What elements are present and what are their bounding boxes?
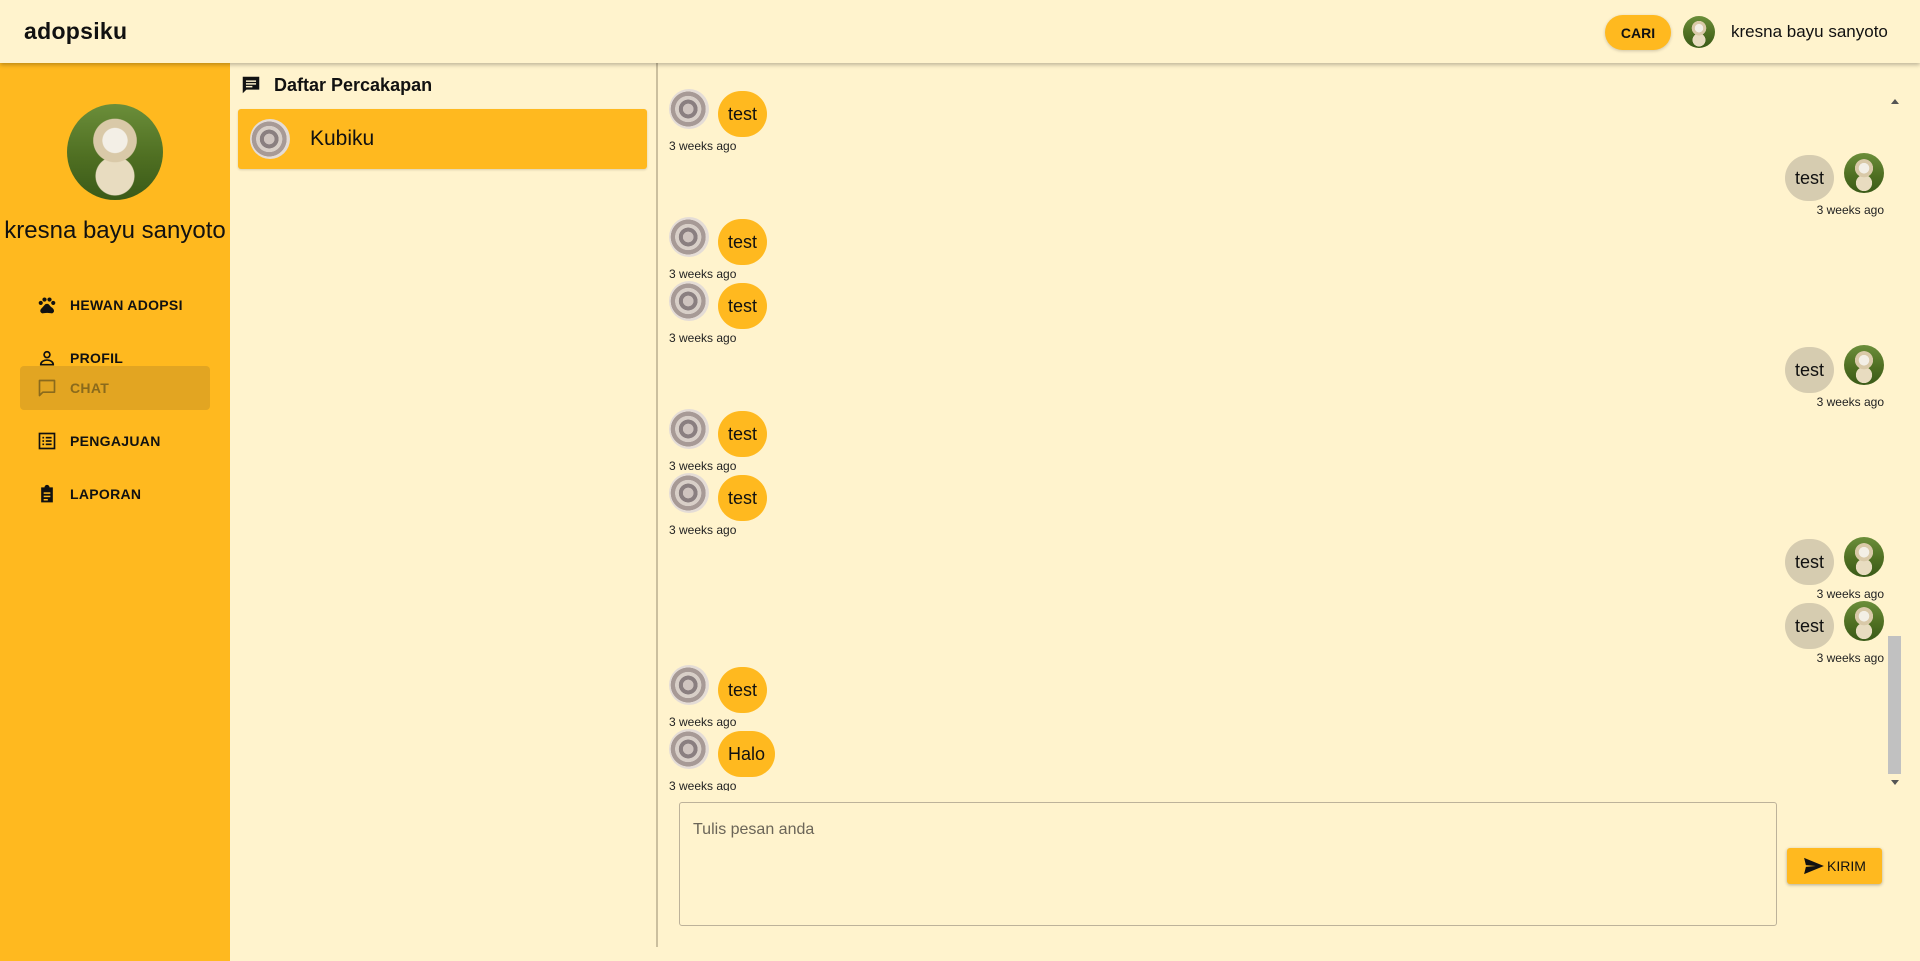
message-time: 3 weeks ago [669, 267, 737, 281]
clipboard-icon [36, 483, 58, 505]
sender-avatar [1844, 601, 1884, 641]
chat-scrollbar[interactable] [1888, 96, 1901, 788]
message-bubble: test [1784, 539, 1834, 585]
message-bubble: test [718, 475, 768, 521]
send-icon [1804, 857, 1824, 875]
message-outgoing: test 3 weeks ago [660, 345, 1920, 409]
message-time: 3 weeks ago [1816, 395, 1884, 409]
message-time: 3 weeks ago [669, 139, 737, 153]
message-outgoing: test 3 weeks ago [660, 601, 1920, 665]
paw-icon [36, 294, 58, 316]
message-bubble: test [718, 219, 768, 265]
send-button-label: KIRIM [1827, 858, 1866, 874]
message-bubble: test [718, 91, 768, 137]
sender-avatar [669, 217, 709, 257]
scrollbar-thumb[interactable] [1888, 636, 1901, 774]
message-bubble: test [1784, 603, 1834, 649]
message-outgoing: test 3 weeks ago [660, 537, 1920, 601]
sender-avatar [1844, 345, 1884, 385]
sidebar-item-chat[interactable]: CHAT [20, 366, 210, 410]
sender-avatar [1844, 153, 1884, 193]
sender-avatar [669, 729, 709, 769]
conversation-avatar [250, 119, 290, 159]
message-time: 3 weeks ago [669, 331, 737, 345]
message-incoming: test 3 weeks ago [660, 281, 1920, 345]
conversation-list-title: Daftar Percakapan [274, 74, 433, 95]
sidebar-item-pengajuan[interactable]: PENGAJUAN [20, 419, 210, 463]
send-button[interactable]: KIRIM [1787, 848, 1882, 884]
message-time: 3 weeks ago [1816, 203, 1884, 217]
chat-messages[interactable]: test 3 weeks ago test 3 weeks ago test 3… [660, 63, 1920, 791]
message-input[interactable] [679, 802, 1777, 926]
message-incoming: Halo 3 weeks ago [660, 729, 1920, 791]
message-outgoing: test 3 weeks ago [660, 153, 1920, 217]
message-bubble: test [718, 283, 768, 329]
sender-avatar [669, 665, 709, 705]
message-time: 3 weeks ago [669, 779, 737, 791]
conversation-name: Kubiku [310, 127, 375, 150]
message-incoming: test 3 weeks ago [660, 217, 1920, 281]
header-avatar[interactable] [1683, 16, 1715, 48]
message-incoming: test 3 weeks ago [660, 409, 1920, 473]
message-time: 3 weeks ago [669, 715, 737, 729]
message-bubble: test [718, 667, 768, 713]
message-time: 3 weeks ago [669, 459, 737, 473]
header-user-name[interactable]: kresna bayu sanyoto [1731, 22, 1888, 42]
message-time: 3 weeks ago [1816, 651, 1884, 665]
message-bubble: Halo [718, 731, 776, 777]
message-bubble: test [1784, 155, 1834, 201]
sidebar-item-label: CHAT [70, 380, 110, 396]
sidebar-item-label: HEWAN ADOPSI [70, 297, 183, 313]
message-icon [240, 74, 262, 96]
conversation-list: Daftar Percakapan Kubiku [230, 63, 658, 947]
sidebar-user-name: kresna bayu sanyoto [4, 217, 226, 244]
scroll-up-arrow-icon[interactable] [1891, 99, 1899, 104]
sender-avatar [669, 281, 709, 321]
message-bubble: test [718, 411, 768, 457]
list-icon [36, 430, 58, 452]
message-incoming: test 3 weeks ago [660, 89, 1920, 153]
sender-avatar [1844, 537, 1884, 577]
top-app-bar: adopsiku CARI kresna bayu sanyoto [0, 0, 1920, 63]
search-button[interactable]: CARI [1605, 15, 1671, 50]
sidebar: kresna bayu sanyoto HEWAN ADOPSI PROFIL … [0, 63, 230, 961]
sidebar-item-label: LAPORAN [70, 486, 142, 502]
sidebar-item-hewan-adopsi[interactable]: HEWAN ADOPSI [20, 283, 210, 327]
sidebar-avatar [67, 104, 163, 200]
scroll-down-arrow-icon[interactable] [1891, 780, 1899, 785]
chat-bubble-icon [36, 377, 58, 399]
message-incoming: test 3 weeks ago [660, 473, 1920, 537]
conversation-list-header: Daftar Percakapan [240, 73, 432, 97]
conversation-item[interactable]: Kubiku [238, 109, 647, 169]
sender-avatar [669, 473, 709, 513]
sender-avatar [669, 89, 709, 129]
sidebar-item-label: PROFIL [70, 350, 124, 366]
sender-avatar [669, 409, 709, 449]
sidebar-item-laporan[interactable]: LAPORAN [20, 472, 210, 516]
message-incoming: test 3 weeks ago [660, 665, 1920, 729]
message-time: 3 weeks ago [669, 523, 737, 537]
message-time: 3 weeks ago [1816, 587, 1884, 601]
message-bubble: test [1784, 347, 1834, 393]
sidebar-item-label: PENGAJUAN [70, 433, 161, 449]
app-title[interactable]: adopsiku [24, 18, 127, 45]
